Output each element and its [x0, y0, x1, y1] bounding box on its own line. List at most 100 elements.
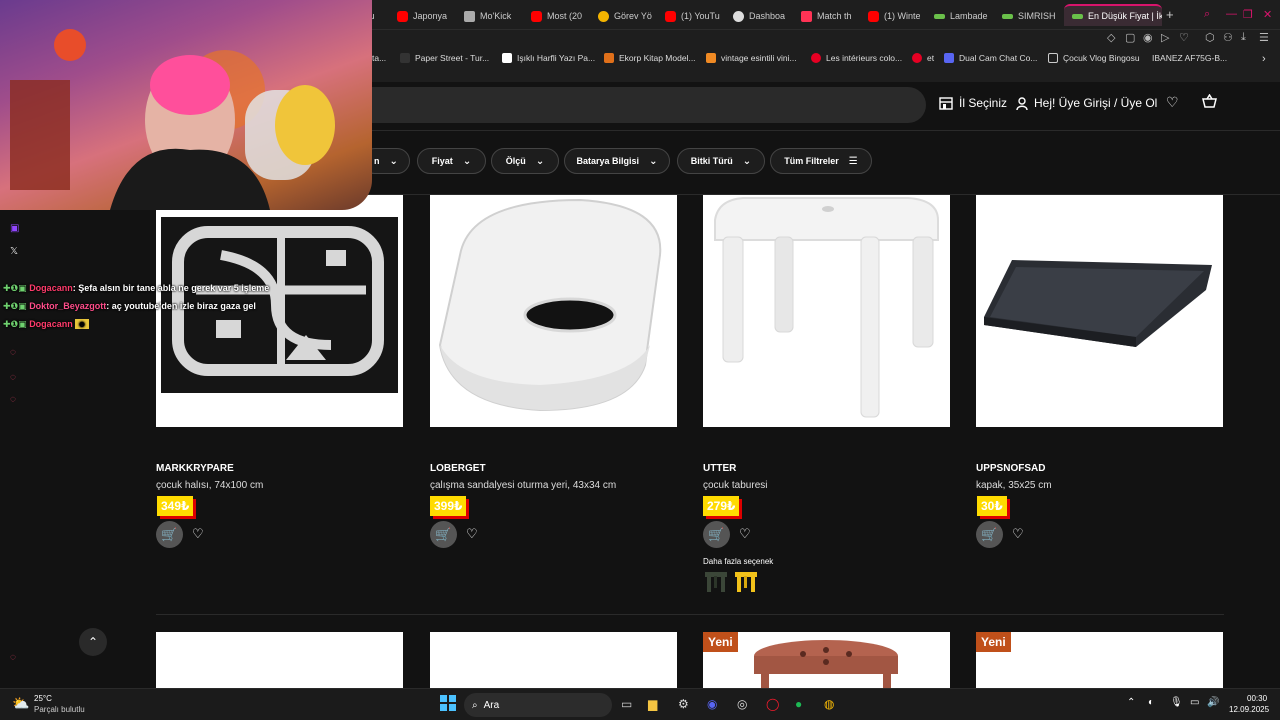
minimize-icon[interactable]: —	[1226, 8, 1237, 20]
product-price: 279₺	[703, 496, 740, 516]
clock-time[interactable]: 00:30	[1247, 694, 1267, 703]
product-image[interactable]	[430, 632, 677, 688]
favorite-heart-icon[interactable]: ♡	[192, 526, 204, 542]
bookmark-item[interactable]: Ekorp Kitap Model...	[604, 53, 696, 63]
tray-app-icon[interactable]: ◐	[1148, 697, 1154, 708]
badge-icon: ✚❶▣	[3, 319, 27, 329]
bookmark-item[interactable]: Dual Cam Chat Co...	[944, 53, 1037, 63]
spotify-icon[interactable]: ●	[795, 697, 802, 711]
task-view-icon[interactable]: ▭	[621, 697, 632, 711]
favorites-heart-icon[interactable]: ♡	[1166, 94, 1179, 111]
bookmark-item[interactable]: Işıklı Harfli Yazı Pa...	[502, 53, 595, 63]
browser-tab[interactable]: (1) Winte	[868, 6, 920, 26]
add-to-cart-button[interactable]: 🛒	[430, 521, 457, 548]
scroll-to-top-button[interactable]: ⌃	[79, 628, 107, 656]
page-icon	[1072, 13, 1083, 19]
product-image[interactable]	[703, 632, 950, 688]
product-price: 349₺	[157, 496, 194, 516]
file-explorer-icon[interactable]: ▆	[648, 697, 657, 711]
bookmark-item[interactable]: vintage esintili vini...	[706, 53, 797, 63]
browser-tab[interactable]: Görev Yö	[598, 6, 652, 26]
download-icon[interactable]: ⤓	[1241, 31, 1246, 44]
bookmarks-overflow-icon[interactable]: ›	[1262, 53, 1266, 65]
more-options-label[interactable]: Daha fazla seçenek	[703, 557, 773, 566]
favorite-heart-icon[interactable]: ♡	[739, 526, 751, 542]
windows-start-icon[interactable]	[440, 695, 456, 714]
add-to-cart-button[interactable]: 🛒	[703, 521, 730, 548]
product-name[interactable]: LOBERGET	[430, 463, 486, 474]
microphone-icon[interactable]: 🎙	[1170, 697, 1183, 708]
settings-icon[interactable]: ⚙	[678, 697, 689, 711]
bookmark-item[interactable]: Çocuk Vlog Bingosu	[1048, 53, 1140, 63]
weather-icon[interactable]: ⛅	[12, 695, 29, 712]
product-image[interactable]	[703, 195, 950, 427]
menu-icon[interactable]: ☰	[1259, 31, 1269, 44]
close-icon[interactable]: ✕	[1263, 8, 1272, 21]
dot-icon: ◌	[10, 652, 16, 663]
browser-tab-active[interactable]: En Düşük Fiyat | İk	[1064, 4, 1162, 26]
browser-tab[interactable]: Japonya	[397, 6, 449, 26]
discord-icon[interactable]: ◉	[707, 697, 717, 711]
filter-plant-type[interactable]: Bitki Türü ⌄	[677, 148, 765, 174]
weather-temp[interactable]: 25°C	[34, 694, 52, 703]
vpn-icon[interactable]: ◉	[1143, 31, 1153, 44]
search-tabs-icon[interactable]: ⌕	[1204, 8, 1210, 21]
add-to-cart-button[interactable]: 🛒	[156, 521, 183, 548]
bookmark-item[interactable]: Paper Street - Tur...	[400, 53, 489, 63]
product-name[interactable]: MARKKRYPARE	[156, 463, 234, 474]
product-image[interactable]	[156, 632, 403, 688]
bookmark-icon[interactable]: ◇	[1107, 31, 1115, 44]
product-name[interactable]: UPPSNOFSAD	[976, 463, 1045, 474]
city-selector[interactable]: İl Seçiniz	[939, 96, 1007, 110]
browser-tab[interactable]: Match th	[801, 6, 853, 26]
new-badge: Yeni	[976, 632, 1011, 652]
search-input[interactable]	[340, 87, 926, 123]
favorite-heart-icon[interactable]: ♡	[466, 526, 478, 542]
browser-tab[interactable]: Lambade	[934, 6, 988, 26]
opera-icon[interactable]: ◯	[766, 697, 779, 711]
clock-date[interactable]: 12.09.2025	[1229, 705, 1269, 714]
browser-tab[interactable]: Dashboa	[733, 6, 785, 26]
new-tab-icon[interactable]: +	[1166, 7, 1174, 22]
filter-price[interactable]: Fiyat ⌄	[417, 148, 486, 174]
twitch-icon: ▣	[10, 223, 20, 234]
chevron-down-icon: ⌄	[742, 155, 752, 167]
product-name[interactable]: UTTER	[703, 463, 736, 474]
heart-icon[interactable]: ♡	[1179, 31, 1189, 44]
bookmark-item[interactable]: IBANEZ AF75G-B...	[1152, 53, 1227, 63]
screenshot-icon[interactable]: ▢	[1125, 31, 1135, 44]
filter-all[interactable]: Tüm Filtreler ☰	[770, 148, 872, 174]
shopping-bag-icon[interactable]	[1202, 94, 1217, 108]
profile-icon[interactable]: ⚇	[1223, 31, 1233, 44]
favorite-heart-icon[interactable]: ♡	[1012, 526, 1024, 542]
volume-icon[interactable]: 🔊	[1207, 697, 1219, 708]
login-link[interactable]: Hej! Üye Girişi / Üye Ol	[1016, 96, 1157, 110]
app-icon[interactable]: ◎	[737, 697, 747, 711]
browser-tab[interactable]: Most (20	[531, 6, 583, 26]
browser-tab[interactable]: (1) YouTu	[665, 6, 721, 26]
tray-chevron-icon[interactable]: ⌃	[1127, 697, 1135, 708]
bookmark-item[interactable]: et	[912, 53, 934, 63]
filter-battery[interactable]: Batarya Bilgisi ⌄	[564, 148, 670, 174]
chrome-icon[interactable]: ◍	[824, 697, 834, 711]
add-to-cart-button[interactable]: 🛒	[976, 521, 1003, 548]
maximize-icon[interactable]: ❐	[1243, 8, 1253, 21]
map-pin-icon	[598, 10, 609, 22]
youtube-icon	[397, 10, 408, 22]
bookmark-item[interactable]: Les intérieurs colo...	[811, 53, 902, 63]
browser-tab[interactable]: SIMRISH	[1002, 6, 1056, 26]
extensions-icon[interactable]: ⬡	[1205, 31, 1215, 44]
browser-tab[interactable]: Mo'Kick	[464, 6, 520, 26]
dot-icon: ◌	[10, 394, 16, 405]
color-swatch-yellow[interactable]	[733, 570, 759, 594]
product-image[interactable]	[430, 195, 677, 427]
bookmark-item[interactable]: ta...	[372, 53, 386, 63]
filter-size[interactable]: Ölçü ⌄	[491, 148, 559, 174]
store-icon	[939, 96, 953, 110]
network-icon[interactable]: ▭	[1190, 697, 1199, 708]
product-image[interactable]	[976, 632, 1223, 688]
media-icon[interactable]: ▷	[1161, 31, 1169, 44]
taskbar-search[interactable]: ⌕ Ara	[464, 693, 612, 717]
product-image[interactable]	[976, 195, 1223, 427]
color-swatch-green[interactable]	[703, 570, 729, 594]
